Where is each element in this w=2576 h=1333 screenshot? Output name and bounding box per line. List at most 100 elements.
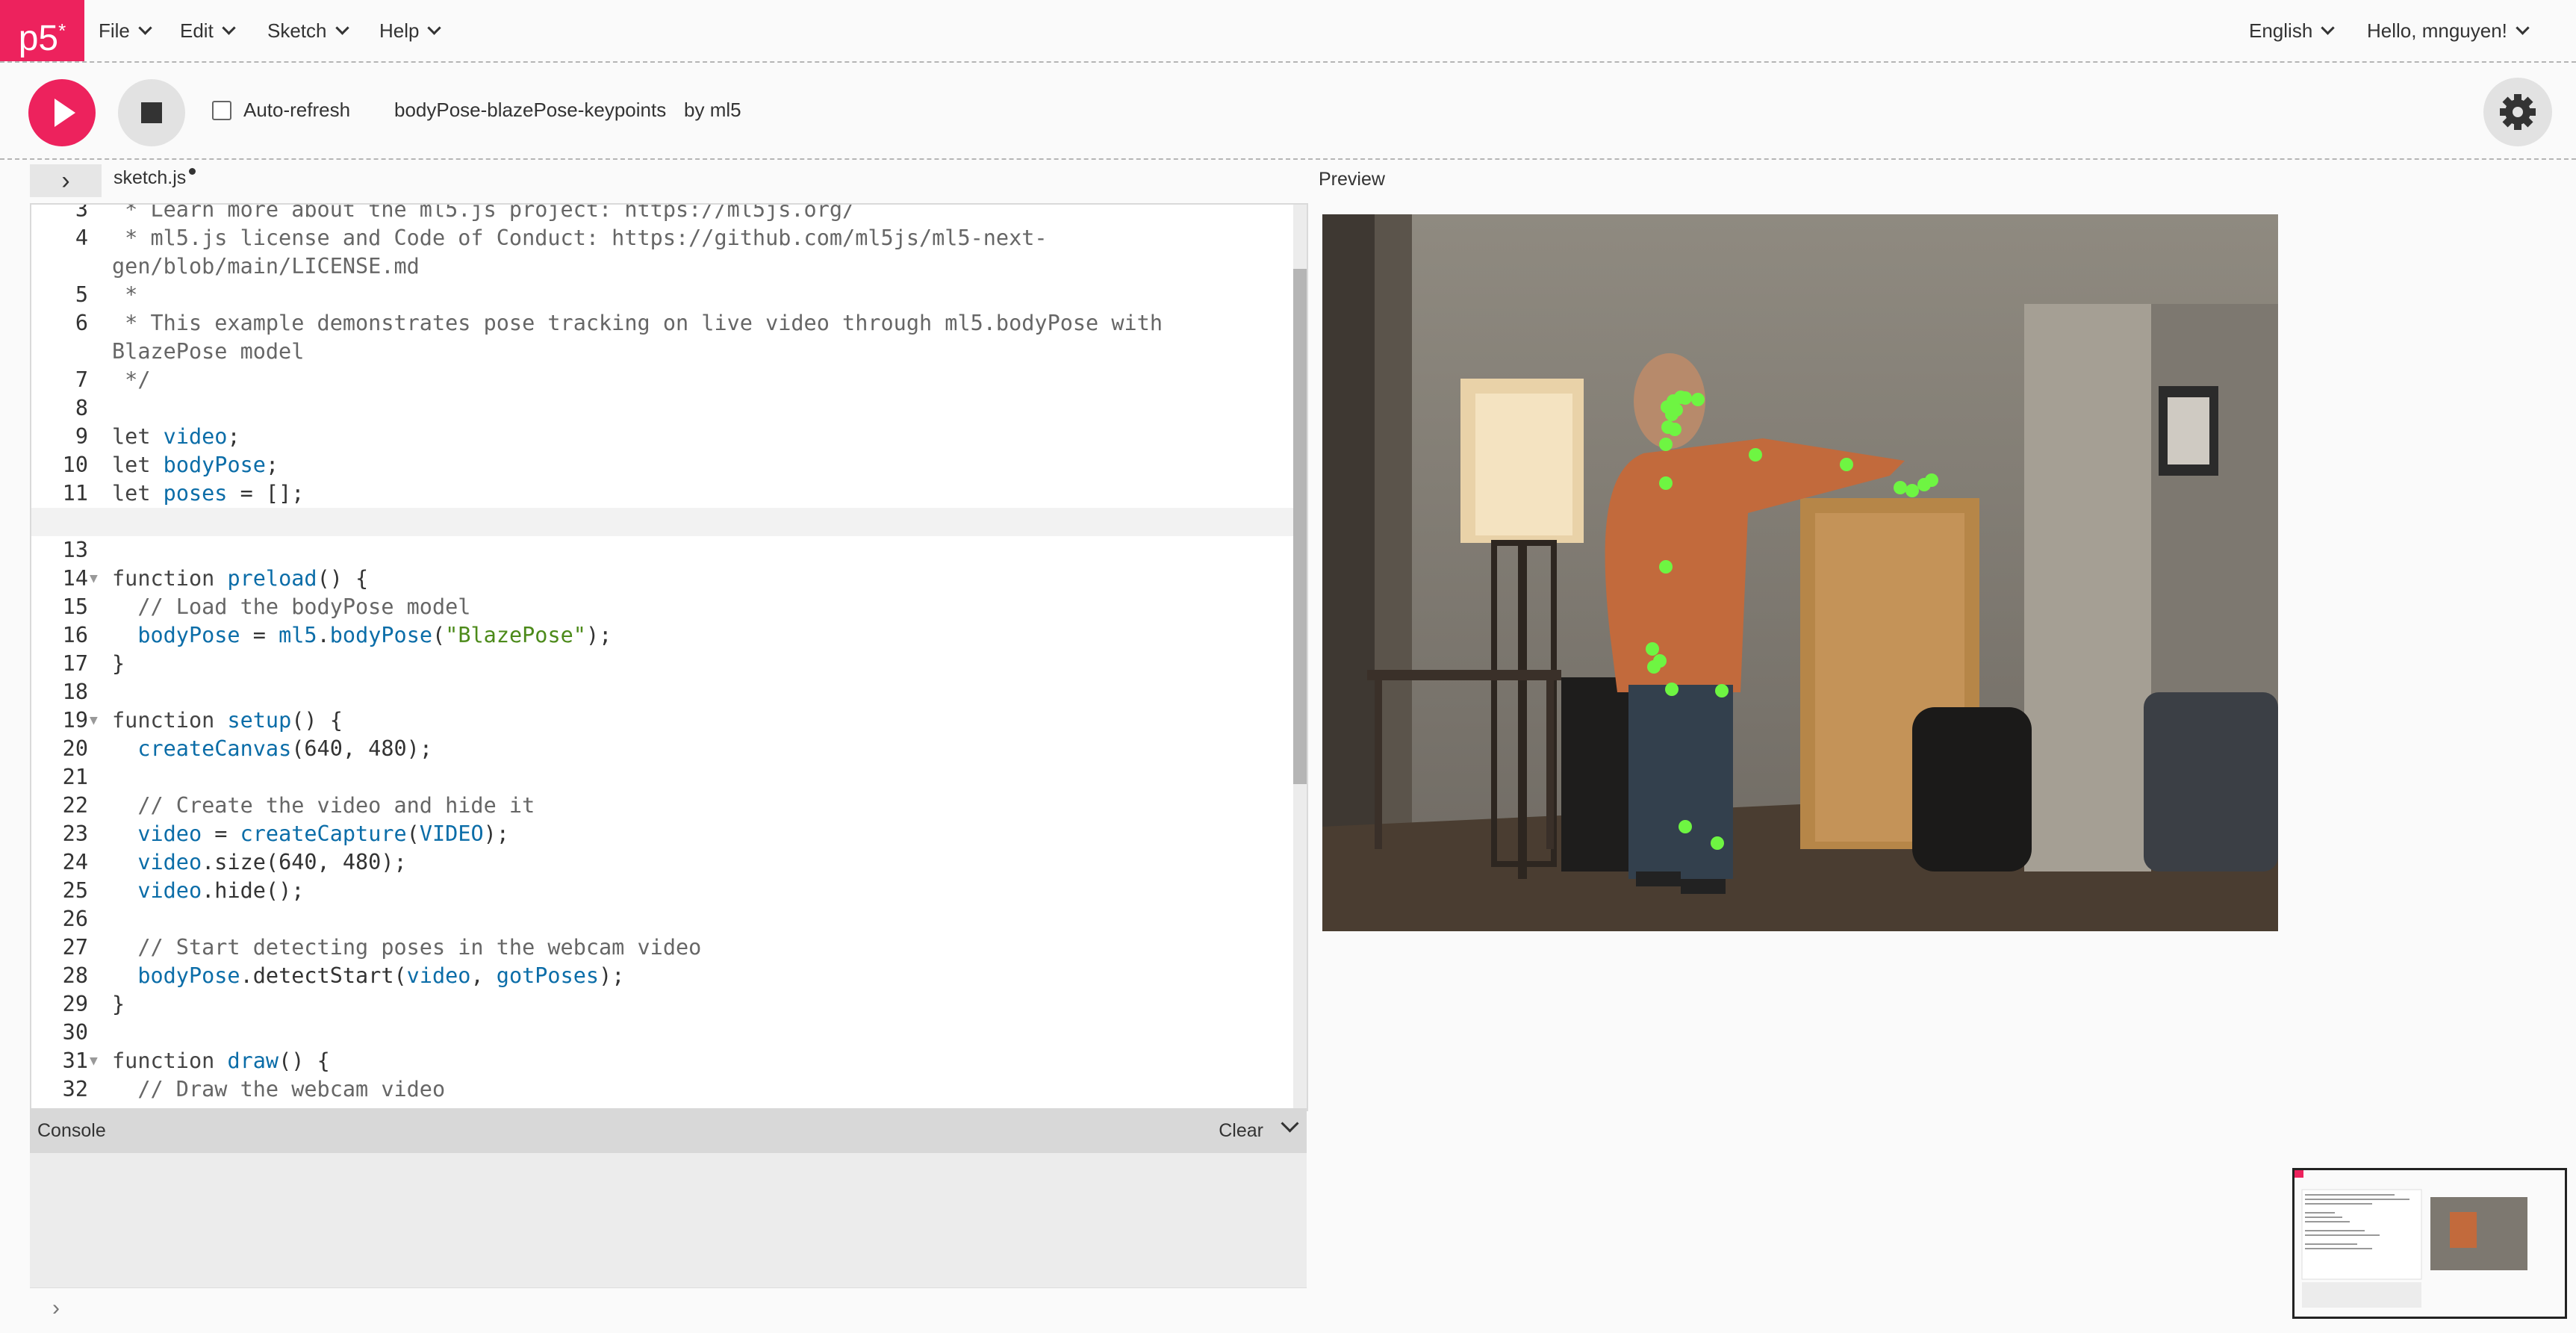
file-tab[interactable]: sketch.js — [113, 167, 196, 189]
code-line[interactable]: 6 * This example demonstrates pose track… — [31, 309, 1293, 338]
code-text: // Start detecting poses in the webcam v… — [112, 935, 702, 960]
line-number: 32 — [62, 1077, 88, 1101]
code-line[interactable]: 14 ▼ function preload() { — [31, 565, 1293, 593]
language-label: English — [2249, 19, 2313, 42]
fold-toggle-icon[interactable]: ▼ — [90, 1047, 98, 1075]
code-line[interactable]: 24 video.size(640, 480); — [31, 848, 1293, 877]
fold-toggle-icon[interactable]: ▼ — [90, 565, 98, 593]
chevron-down-icon — [335, 21, 349, 35]
console-output — [30, 1153, 1307, 1287]
sidebar-toggle-button[interactable]: › — [30, 164, 102, 197]
code-line[interactable]: gen/blob/main/LICENSE.md — [31, 252, 1293, 281]
chevron-down-icon — [2321, 21, 2335, 35]
code-line[interactable]: 20 createCanvas(640, 480); — [31, 735, 1293, 763]
code-line[interactable]: 19 ▼ function setup() { — [31, 706, 1293, 735]
line-number: 28 — [62, 963, 88, 988]
code-line[interactable]: 15 // Load the bodyPose model — [31, 593, 1293, 621]
code-line[interactable]: 17} — [31, 650, 1293, 678]
line-number: 17 — [62, 651, 88, 676]
stop-button[interactable] — [118, 79, 185, 146]
code-line[interactable]: 4 * ml5.js license and Code of Conduct: … — [31, 224, 1293, 252]
preview-label: Preview — [1319, 169, 1385, 190]
gear-icon — [2500, 94, 2536, 130]
author-link[interactable]: ml5 — [710, 99, 741, 121]
line-number: 26 — [62, 907, 88, 931]
play-button[interactable] — [28, 79, 96, 146]
code-text: function setup() { — [112, 708, 343, 733]
p5-logo[interactable]: p5* — [0, 0, 84, 61]
line-number: 23 — [62, 821, 88, 846]
language-menu[interactable]: English — [2249, 0, 2335, 61]
code-line[interactable]: 13 — [31, 536, 1293, 565]
auto-refresh-label: Auto-refresh — [243, 99, 351, 121]
menu-file[interactable]: File — [99, 0, 152, 61]
sketch-name[interactable]: bodyPose-blazePose-keypoints — [394, 99, 666, 122]
code-line[interactable]: 28 bodyPose.detectStart(video, gotPoses)… — [31, 962, 1293, 990]
console-input[interactable]: › — [30, 1287, 1307, 1333]
unsaved-dot-icon — [189, 168, 196, 175]
line-number: 7 — [75, 367, 88, 392]
screenshot-thumbnail[interactable] — [2292, 1168, 2567, 1319]
code-line[interactable]: 30 — [31, 1019, 1293, 1047]
code-line[interactable]: 9 let video; — [31, 423, 1293, 451]
code-line[interactable]: 29} — [31, 990, 1293, 1019]
line-number: 31 — [62, 1048, 88, 1073]
line-number: 6 — [75, 311, 88, 335]
line-number: 5 — [75, 282, 88, 307]
menu-file-label: File — [99, 19, 130, 42]
code-line[interactable]: 25 video.hide(); — [31, 877, 1293, 905]
code-line[interactable]: 23 video = createCapture(VIDEO); — [31, 820, 1293, 848]
user-label: Hello, mnguyen! — [2367, 19, 2507, 42]
editor-scrollbar[interactable] — [1293, 205, 1307, 1110]
auto-refresh-checkbox[interactable] — [212, 100, 231, 120]
editor-scrollbar-thumb[interactable] — [1293, 269, 1307, 784]
code-line[interactable]: 5 * — [31, 281, 1293, 309]
line-number: 30 — [62, 1020, 88, 1045]
code-line[interactable]: 27 // Start detecting poses in the webca… — [31, 933, 1293, 962]
code-text: video = createCapture(VIDEO); — [137, 821, 509, 846]
code-line[interactable]: 22 // Create the video and hide it — [31, 792, 1293, 820]
code-line[interactable]: 3 * Learn more about the ml5.js project:… — [31, 203, 1293, 224]
line-number: 3 — [75, 203, 88, 222]
user-menu[interactable]: Hello, mnguyen! — [2367, 0, 2530, 61]
chevron-down-icon — [2516, 21, 2530, 35]
top-nav: p5* File Edit Sketch Help English Hello,… — [0, 0, 2576, 63]
code-line[interactable]: 10 let bodyPose; — [31, 451, 1293, 479]
chevron-down-icon — [427, 21, 442, 35]
menu-help[interactable]: Help — [379, 0, 442, 61]
code-line[interactable]: 32 // Draw the webcam video — [31, 1075, 1293, 1104]
active-line-highlight — [31, 508, 1293, 536]
code-line[interactable]: 26 — [31, 905, 1293, 933]
code-editor[interactable]: 33 image(video, 0, 0, width, height);32 … — [30, 203, 1308, 1111]
code-line[interactable]: BlazePose model — [31, 338, 1293, 366]
code-line[interactable]: 7 */ — [31, 366, 1293, 394]
preview-canvas[interactable] — [1322, 214, 2278, 931]
code-text: * — [112, 282, 138, 307]
fold-toggle-icon[interactable]: ▼ — [90, 706, 98, 735]
code-line[interactable]: 31 ▼ function draw() { — [31, 1047, 1293, 1075]
settings-button[interactable] — [2483, 78, 2552, 146]
code-line[interactable]: 21 — [31, 763, 1293, 792]
code-line[interactable]: 18 — [31, 678, 1293, 706]
sketch-author: by ml5 — [684, 99, 741, 122]
chevron-down-icon — [222, 21, 236, 35]
code-text: * ml5.js license and Code of Conduct: ht… — [112, 226, 1048, 250]
code-line[interactable]: 16 bodyPose = ml5.bodyPose("BlazePose"); — [31, 621, 1293, 650]
console-clear-button[interactable]: Clear — [1219, 1120, 1263, 1142]
console-header: Console Clear — [30, 1108, 1307, 1153]
menu-sketch[interactable]: Sketch — [267, 0, 349, 61]
chevron-down-icon[interactable] — [1281, 1114, 1299, 1133]
code-line[interactable]: 11 let poses = []; — [31, 479, 1293, 508]
line-number: 29 — [62, 992, 88, 1016]
chevron-right-icon: › — [61, 167, 70, 195]
toolbar: Auto-refresh bodyPose-blazePose-keypoint… — [0, 63, 2576, 160]
webcam-video — [1322, 214, 2278, 931]
auto-refresh-toggle[interactable]: Auto-refresh — [212, 99, 350, 122]
code-line[interactable]: 8 — [31, 394, 1293, 423]
line-number: 19 — [62, 708, 88, 733]
menu-edit[interactable]: Edit — [180, 0, 236, 61]
line-number: 9 — [75, 424, 88, 449]
logo-text: p5 — [18, 19, 59, 58]
code-text: gen/blob/main/LICENSE.md — [112, 254, 420, 279]
line-number: 16 — [62, 623, 88, 647]
